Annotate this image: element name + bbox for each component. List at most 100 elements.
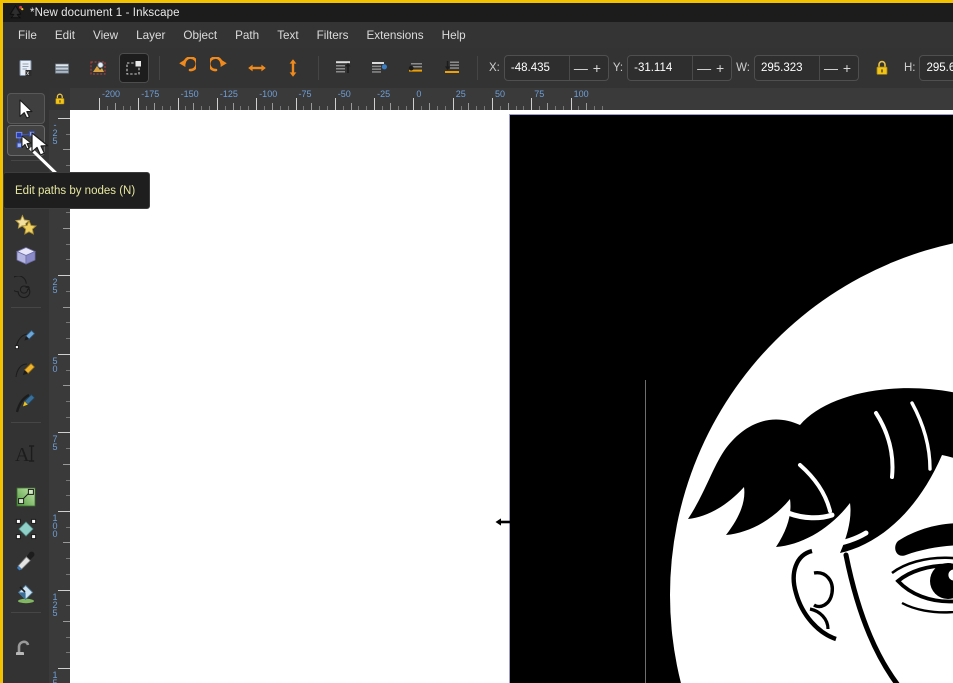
select-all-in-layers-button[interactable] [47,53,77,83]
tool-gradient[interactable] [7,481,45,512]
tooltip: Edit paths by nodes (N) [3,172,150,209]
ruler-tick [271,103,273,110]
tool-paint-bucket[interactable] [7,577,45,608]
ruler-tick [232,103,234,110]
ruler-tick [114,103,116,110]
ruler-tick [138,98,140,110]
tool-tweak[interactable] [7,628,45,659]
w-stepper[interactable]: — + [818,56,858,80]
menu-extensions[interactable]: Extensions [357,26,432,45]
ruler-tick [334,98,336,110]
ruler-lock-icon[interactable] [49,88,70,110]
ruler-tick [177,98,179,110]
menu-filters[interactable]: Filters [308,26,358,45]
raise-button[interactable] [365,53,395,83]
ruler-tick [256,98,258,110]
ruler-tick [295,98,297,110]
ruler-tick [63,463,70,465]
w-field-group: W: 295.323 — + [736,55,859,81]
ruler-tick [63,149,70,151]
ruler-label: 100 [52,513,58,539]
h-input[interactable]: 295.6 [919,55,953,81]
menu-help[interactable]: Help [433,26,475,45]
y-label: Y: [612,62,624,74]
tool-selector[interactable] [7,93,45,124]
ruler-label: -100 [259,89,278,99]
y-input[interactable]: -31.114 — + [627,55,733,81]
x-stepper[interactable]: — + [568,56,608,80]
tool-calligraphy[interactable] [7,387,45,418]
select-same-button[interactable] [83,53,113,83]
lower-to-bottom-button[interactable] [437,53,467,83]
ruler-tick [193,103,195,110]
tool-3dbox[interactable] [7,240,45,271]
tool-text[interactable]: A [7,438,45,469]
new-document-button[interactable]: x [11,53,41,83]
canvas[interactable] [70,110,953,683]
ruler-tick [492,98,493,110]
y-increment-button[interactable]: + [712,61,728,75]
tool-bezier[interactable] [7,355,45,386]
x-input[interactable]: -48.435 — + [503,55,609,81]
ruler-label: -175 [141,89,160,99]
toolbar-separator-1 [159,56,160,80]
ruler-tick [63,621,70,623]
flip-horizontal-button[interactable] [242,53,272,83]
window-title: *New document 1 - Inkscape [30,6,180,19]
menu-file[interactable]: File [9,26,46,45]
ruler-tick [350,103,352,110]
rotate-ccw-button[interactable] [170,53,200,83]
w-input[interactable]: 295.323 — + [753,55,859,81]
ruler-tick [507,103,509,110]
w-decrement-button[interactable]: — [823,61,839,75]
ruler-tick [452,98,454,110]
lower-button[interactable] [401,53,431,83]
ruler-tick [58,432,70,434]
y-value: -31.114 [634,62,673,74]
tool-dropper[interactable] [7,545,45,576]
x-increment-button[interactable]: + [589,61,605,75]
x-decrement-button[interactable]: — [573,61,589,75]
y-stepper[interactable]: — + [692,56,731,80]
menubar: File Edit View Layer Object Path Text Fi… [3,22,953,48]
ruler-label: 25 [455,89,466,99]
menu-path[interactable]: Path [226,26,268,45]
ruler-tick [531,98,533,110]
raise-to-top-button[interactable] [329,53,359,83]
y-field-group: Y: -31.114 — + [612,55,733,81]
menu-object[interactable]: Object [174,26,226,45]
inkscape-logo-icon [7,4,24,21]
ruler-tick [58,589,70,591]
ruler-label: -50 [337,89,351,99]
w-label: W: [736,62,750,74]
ruler-tick [413,98,415,110]
deselect-button[interactable] [119,53,149,83]
ruler-tick [63,228,70,230]
menu-view[interactable]: View [84,26,127,45]
flip-vertical-button[interactable] [278,53,308,83]
avatar-artwork[interactable] [510,115,953,683]
lock-ratio-icon[interactable] [867,53,897,83]
tool-pencil[interactable] [7,323,45,354]
ruler-tick [389,103,391,110]
ruler-tick [63,306,70,308]
rotate-cw-button[interactable] [206,53,236,83]
ruler-tick [58,511,70,512]
y-decrement-button[interactable]: — [696,61,712,75]
tooltip-text: Edit paths by nodes (N) [15,184,136,197]
menu-layer[interactable]: Layer [127,26,174,45]
w-increment-button[interactable]: + [839,61,855,75]
ruler-label: 25 [52,277,58,296]
menu-edit[interactable]: Edit [46,26,84,45]
tool-spiral[interactable] [7,272,45,303]
horizontal-resize-cursor [495,515,517,529]
toolbar-separator-2 [318,56,319,80]
ruler-label: 125 [52,591,58,618]
ruler-label: 100 [573,89,589,99]
menu-text[interactable]: Text [268,26,307,45]
tool-star[interactable] [7,208,45,239]
ruler-tick [154,103,156,110]
horizontal-ruler[interactable]: -200 -175 -150 -125 -100 -75 -50 -25 0 25 50 75 100 [70,88,953,110]
tool-mesh[interactable] [7,513,45,544]
command-toolbar: x X: -48.435 — + Y: -31.114 — + W: 295.3… [3,48,953,88]
